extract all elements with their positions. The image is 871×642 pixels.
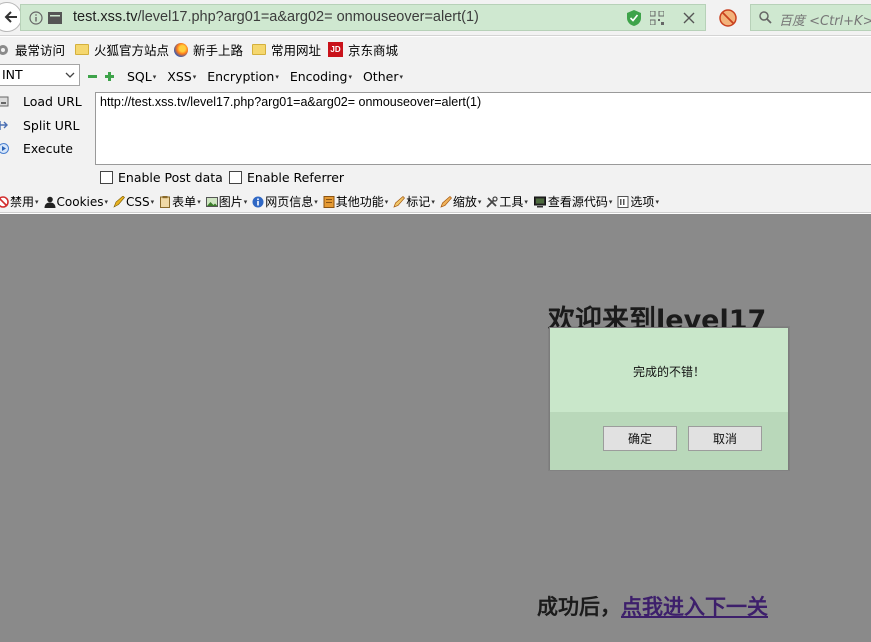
wd-misc[interactable]: 其他功能 ▾	[323, 193, 388, 210]
cookies-icon	[44, 196, 56, 208]
wd-outline[interactable]: 标记 ▾	[393, 193, 435, 210]
view-source-icon	[533, 196, 546, 207]
checkbox-box[interactable]	[100, 171, 113, 184]
wd-disable[interactable]: 禁用 ▾	[0, 193, 39, 210]
hackbar-url-textarea[interactable]: http://test.xss.tv/level17.php?arg01=a&a…	[95, 92, 871, 165]
enable-post-checkbox[interactable]: Enable Post data	[100, 170, 223, 185]
next-level-link[interactable]: 点我进入下一关	[621, 595, 768, 619]
forms-icon	[160, 195, 171, 208]
split-url-icon	[0, 121, 8, 130]
alert-dialog: 完成的不错！ 确定 取消	[549, 327, 789, 470]
minus-icon[interactable]	[88, 72, 97, 81]
bookmark-label: 新手上路	[193, 43, 244, 58]
type-select-value: INT	[2, 67, 23, 82]
load-url-button[interactable]: Load URL	[0, 94, 82, 109]
load-url-icon	[0, 96, 9, 107]
menu-other[interactable]: Other▾	[363, 69, 403, 84]
url-field[interactable]: test.xss.tv/level17.php?arg01=a&arg02= o…	[20, 4, 706, 31]
gear-icon	[0, 44, 8, 55]
site-info-icon[interactable]	[29, 11, 43, 25]
reader-icon[interactable]	[48, 12, 62, 24]
shield-icon[interactable]	[627, 10, 641, 26]
ad-block-icon[interactable]	[719, 9, 737, 27]
load-url-label: Load URL	[23, 94, 82, 109]
bookmark-label: 常用网址	[271, 43, 322, 58]
success-prefix: 成功后，	[537, 595, 621, 619]
split-url-label: Split URL	[23, 118, 80, 133]
back-button[interactable]	[0, 2, 22, 32]
wd-css[interactable]: CSS ▾	[113, 195, 154, 209]
execute-button[interactable]: Execute	[0, 141, 73, 156]
info-icon	[252, 196, 264, 207]
bookmark-label: 京东商城	[348, 43, 399, 58]
wd-cookies[interactable]: Cookies ▾	[44, 195, 108, 209]
menu-xss[interactable]: XSS▾	[167, 69, 196, 84]
hackbar-menu: SQL▾ XSS▾ Encryption▾ Encoding▾ Other▾	[88, 68, 414, 84]
url-text[interactable]: test.xss.tv/level17.php?arg01=a&arg02= o…	[73, 9, 479, 25]
next-level-line: 成功后，点我进入下一关	[537, 591, 768, 621]
images-icon	[205, 196, 218, 207]
enable-referrer-label: Enable Referrer	[247, 170, 345, 185]
execute-icon	[0, 143, 9, 154]
type-select[interactable]: INT	[0, 64, 80, 86]
navigation-toolbar: test.xss.tv/level17.php?arg01=a&arg02= o…	[0, 0, 871, 36]
firefox-icon	[174, 42, 188, 57]
bookmark-jd[interactable]: JD 京东商城	[328, 41, 398, 58]
wd-options[interactable]: 选项 ▾	[617, 193, 659, 210]
wd-page-info[interactable]: 网页信息 ▾	[252, 193, 318, 210]
bookmark-getting-started[interactable]: 新手上路	[174, 41, 243, 58]
ok-button[interactable]: 确定	[603, 426, 677, 451]
resize-icon	[440, 195, 452, 208]
web-developer-toolbar: 禁用 ▾ Cookies ▾ CSS ▾ 表单 ▾ 图片 ▾ 网页信息 ▾ 其他功能 ▾ 标记…	[0, 191, 871, 213]
css-pencil-icon	[113, 195, 125, 208]
tools-icon	[486, 195, 498, 208]
split-url-button[interactable]: Split URL	[0, 118, 80, 133]
plus-icon[interactable]	[105, 71, 114, 81]
bookmark-common-sites[interactable]: 常用网址	[252, 41, 321, 58]
bookmark-firefox-site[interactable]: 火狐官方站点	[75, 41, 169, 58]
wd-forms[interactable]: 表单 ▾	[159, 193, 201, 210]
folder-icon	[75, 44, 89, 55]
back-arrow-icon	[4, 11, 17, 23]
misc-icon	[323, 195, 335, 208]
outline-pencil-icon	[393, 195, 406, 208]
enable-post-label: Enable Post data	[118, 170, 223, 185]
enable-referrer-checkbox[interactable]: Enable Referrer	[229, 170, 344, 185]
dialog-message: 完成的不错！	[632, 365, 705, 379]
menu-sql[interactable]: SQL▾	[127, 69, 156, 84]
execute-label: Execute	[23, 141, 73, 156]
wd-tools[interactable]: 工具 ▾	[486, 193, 528, 210]
jd-icon: JD	[328, 42, 343, 57]
menu-encoding[interactable]: Encoding▾	[290, 69, 352, 84]
wd-resize[interactable]: 缩放 ▾	[440, 193, 481, 210]
qr-code-icon[interactable]	[650, 11, 664, 25]
bookmark-most-visited[interactable]: 最常访问	[0, 41, 65, 58]
cancel-button[interactable]: 取消	[688, 426, 762, 451]
checkbox-box[interactable]	[229, 171, 242, 184]
search-field[interactable]: 百度 <Ctrl+K>	[750, 4, 871, 31]
bookmark-label: 火狐官方站点	[94, 43, 170, 58]
dialog-footer: 确定 取消	[550, 412, 788, 470]
bookmarks-bar: 最常访问 火狐官方站点 新手上路 常用网址 JD 京东商城	[0, 37, 871, 62]
disable-icon	[0, 195, 9, 208]
menu-encryption[interactable]: Encryption▾	[207, 69, 279, 84]
wd-view-source[interactable]: 查看源代码 ▾	[533, 193, 612, 210]
close-icon[interactable]	[683, 12, 695, 24]
search-icon	[759, 11, 772, 24]
chevron-down-icon	[65, 65, 75, 93]
search-placeholder: 百度 <Ctrl+K>	[779, 14, 871, 29]
options-icon	[617, 195, 629, 208]
hackbar: INT SQL▾ XSS▾ Encryption▾ Encoding▾ Othe…	[0, 62, 871, 191]
wd-images[interactable]: 图片 ▾	[205, 193, 247, 210]
folder-icon	[252, 44, 266, 55]
bookmark-label: 最常访问	[15, 43, 66, 58]
